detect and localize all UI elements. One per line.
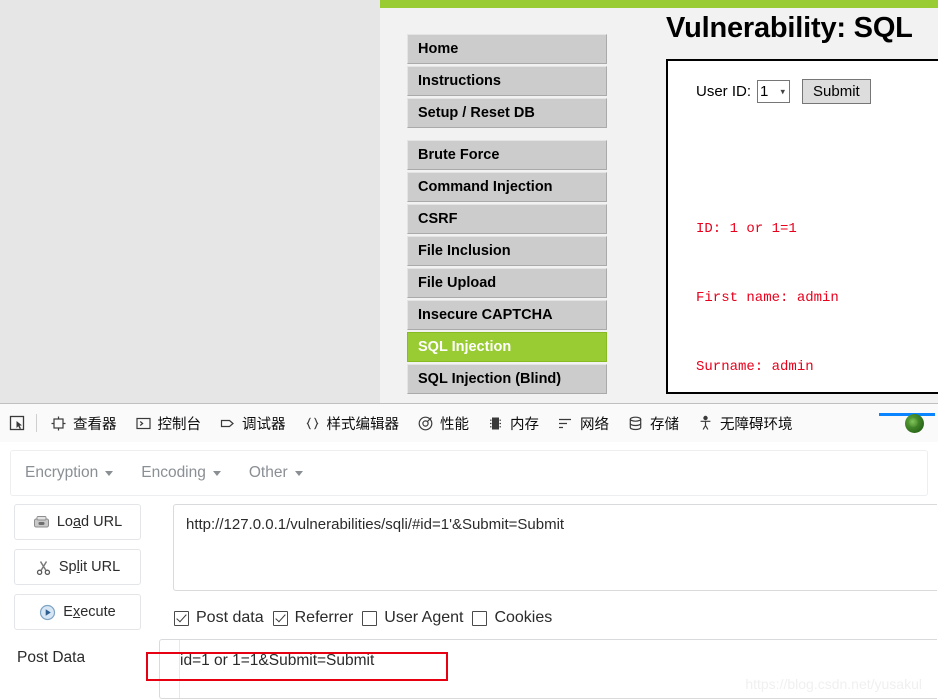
- devtools-panel: 查看器 控制台 调试器 样式编辑器 性能 内存 网络 存储 无障碍环境 Encr…: [0, 403, 938, 699]
- tab-label: 查看器: [73, 416, 117, 433]
- submit-button[interactable]: Submit: [802, 79, 871, 104]
- tab-console[interactable]: 控制台: [126, 404, 211, 442]
- sidebar-item-brute-force[interactable]: Brute Force: [407, 140, 607, 170]
- tab-network[interactable]: 网络: [548, 404, 618, 442]
- toolbar-divider: [36, 414, 37, 432]
- sidebar-divider: [407, 130, 607, 140]
- url-input[interactable]: http://127.0.0.1/vulnerabilities/sqli/#i…: [173, 504, 937, 591]
- post-data-label: Post Data: [17, 649, 86, 666]
- user-id-form[interactable]: User ID: 1 ▾ Submit: [696, 79, 938, 104]
- tab-memory[interactable]: 内存: [478, 404, 548, 442]
- sidebar-item-insecure-captcha[interactable]: Insecure CAPTCHA: [407, 300, 607, 330]
- result-record: ID: 1 or 1=1 First name: admin Surname: …: [696, 172, 938, 392]
- tab-storage[interactable]: 存储: [618, 404, 688, 442]
- page-accent-bar: [380, 0, 938, 8]
- execute-button[interactable]: Execute: [14, 594, 141, 630]
- chevron-down-icon: [294, 470, 303, 476]
- post-data-input[interactable]: id=1 or 1=1&Submit=Submit: [159, 639, 937, 699]
- vulnerability-panel: User ID: 1 ▾ Submit ID: 1 or 1=1 First n…: [666, 59, 938, 394]
- checkbox-box[interactable]: [362, 610, 378, 626]
- sidebar-item-setup-reset-db[interactable]: Setup / Reset DB: [407, 98, 607, 128]
- post-data-value: id=1 or 1=1&Submit=Submit: [180, 652, 375, 669]
- split-url-button[interactable]: Split URL: [14, 549, 141, 585]
- tab-debugger[interactable]: 调试器: [210, 404, 295, 442]
- checkbox-label: Referrer: [294, 609, 354, 626]
- checkbox-label: Post data: [196, 609, 264, 626]
- result-first-name: First name: admin: [696, 290, 839, 306]
- hackbar-panel: Encryption Encoding Other Load URL Split…: [0, 442, 938, 699]
- execute-label: Execute: [63, 604, 116, 620]
- menu-label: Other: [248, 464, 288, 481]
- split-url-icon: [36, 560, 51, 575]
- tab-label: 控制台: [157, 416, 202, 433]
- menu-other[interactable]: Other: [249, 464, 303, 482]
- hackbar-action-buttons: Load URL Split URL Execute: [14, 504, 141, 639]
- sidebar-item-file-upload[interactable]: File Upload: [407, 268, 607, 298]
- sidebar-item-csrf[interactable]: CSRF: [407, 204, 607, 234]
- devtools-toolbar: 查看器 控制台 调试器 样式编辑器 性能 内存 网络 存储 无障碍环境: [0, 404, 938, 443]
- sidebar-item-sql-injection-blind[interactable]: SQL Injection (Blind): [407, 364, 607, 394]
- tab-label: 网络: [580, 416, 609, 433]
- load-url-label: Load URL: [56, 514, 123, 530]
- split-url-label: Split URL: [58, 559, 121, 575]
- active-tab-indicator: [879, 412, 935, 416]
- devtools-toolbar-right: [879, 412, 938, 433]
- tab-label: 性能: [440, 416, 469, 433]
- user-id-label: User ID:: [696, 83, 752, 100]
- load-url-button[interactable]: Load URL: [14, 504, 141, 540]
- tab-accessibility[interactable]: 无障碍环境: [688, 404, 802, 442]
- menu-label: Encryption: [25, 464, 99, 481]
- tab-label: 存储: [650, 416, 679, 433]
- menu-encryption[interactable]: Encryption: [25, 464, 114, 482]
- menu-label: Encoding: [141, 464, 206, 481]
- tab-label: 无障碍环境: [720, 416, 793, 433]
- sidebar-item-command-injection[interactable]: Command Injection: [407, 172, 607, 202]
- hackbar-extension-icon[interactable]: [905, 413, 924, 433]
- tab-label: 样式编辑器: [326, 416, 400, 433]
- sidebar-item-file-inclusion[interactable]: File Inclusion: [407, 236, 607, 266]
- result-surname: Surname: admin: [696, 359, 814, 375]
- tab-label: 调试器: [242, 416, 286, 433]
- chevron-down-icon: [212, 470, 221, 476]
- page-title: Vulnerability: SQL: [666, 12, 913, 44]
- sidebar-item-home[interactable]: Home: [407, 34, 607, 64]
- sql-results-output: ID: 1 or 1=1 First name: admin Surname: …: [696, 126, 938, 392]
- execute-icon: [40, 604, 56, 620]
- checkbox-box[interactable]: [174, 610, 189, 626]
- element-picker-icon[interactable]: [0, 404, 34, 442]
- user-id-select[interactable]: 1: [757, 80, 791, 103]
- checkbox-box[interactable]: [472, 610, 488, 626]
- chevron-down-icon: [105, 470, 114, 476]
- dvwa-main-content: Vulnerability: SQL User ID: 1 ▾ Submit I…: [666, 12, 938, 394]
- tab-style-editor[interactable]: 样式编辑器: [295, 404, 409, 442]
- checkbox-post-data[interactable]: Post data: [174, 609, 264, 627]
- checkbox-box[interactable]: [272, 610, 288, 626]
- checkbox-user-agent[interactable]: User Agent: [362, 609, 463, 627]
- hackbar-options: Post data Referrer User Agent Cookies: [174, 609, 561, 627]
- dvwa-sidebar-nav[interactable]: Home Instructions Setup / Reset DB Brute…: [407, 34, 607, 396]
- tab-inspector[interactable]: 查看器: [41, 404, 126, 442]
- dvwa-page: Home Instructions Setup / Reset DB Brute…: [380, 0, 938, 403]
- result-id: ID: 1 or 1=1: [696, 221, 797, 237]
- browser-viewport: Home Instructions Setup / Reset DB Brute…: [0, 0, 938, 403]
- checkbox-label: Cookies: [494, 609, 553, 626]
- checkbox-label: User Agent: [384, 609, 464, 626]
- checkbox-referrer[interactable]: Referrer: [272, 609, 354, 627]
- sidebar-item-sql-injection[interactable]: SQL Injection: [407, 332, 607, 362]
- user-id-select-wrapper[interactable]: 1 ▾: [757, 80, 791, 103]
- sidebar-item-instructions[interactable]: Instructions: [407, 66, 607, 96]
- checkbox-cookies[interactable]: Cookies: [472, 609, 552, 627]
- tab-performance[interactable]: 性能: [408, 404, 478, 442]
- tab-label: 内存: [510, 416, 539, 433]
- load-url-icon: [33, 515, 49, 527]
- hackbar-menubar[interactable]: Encryption Encoding Other: [10, 450, 928, 496]
- menu-encoding[interactable]: Encoding: [141, 464, 221, 482]
